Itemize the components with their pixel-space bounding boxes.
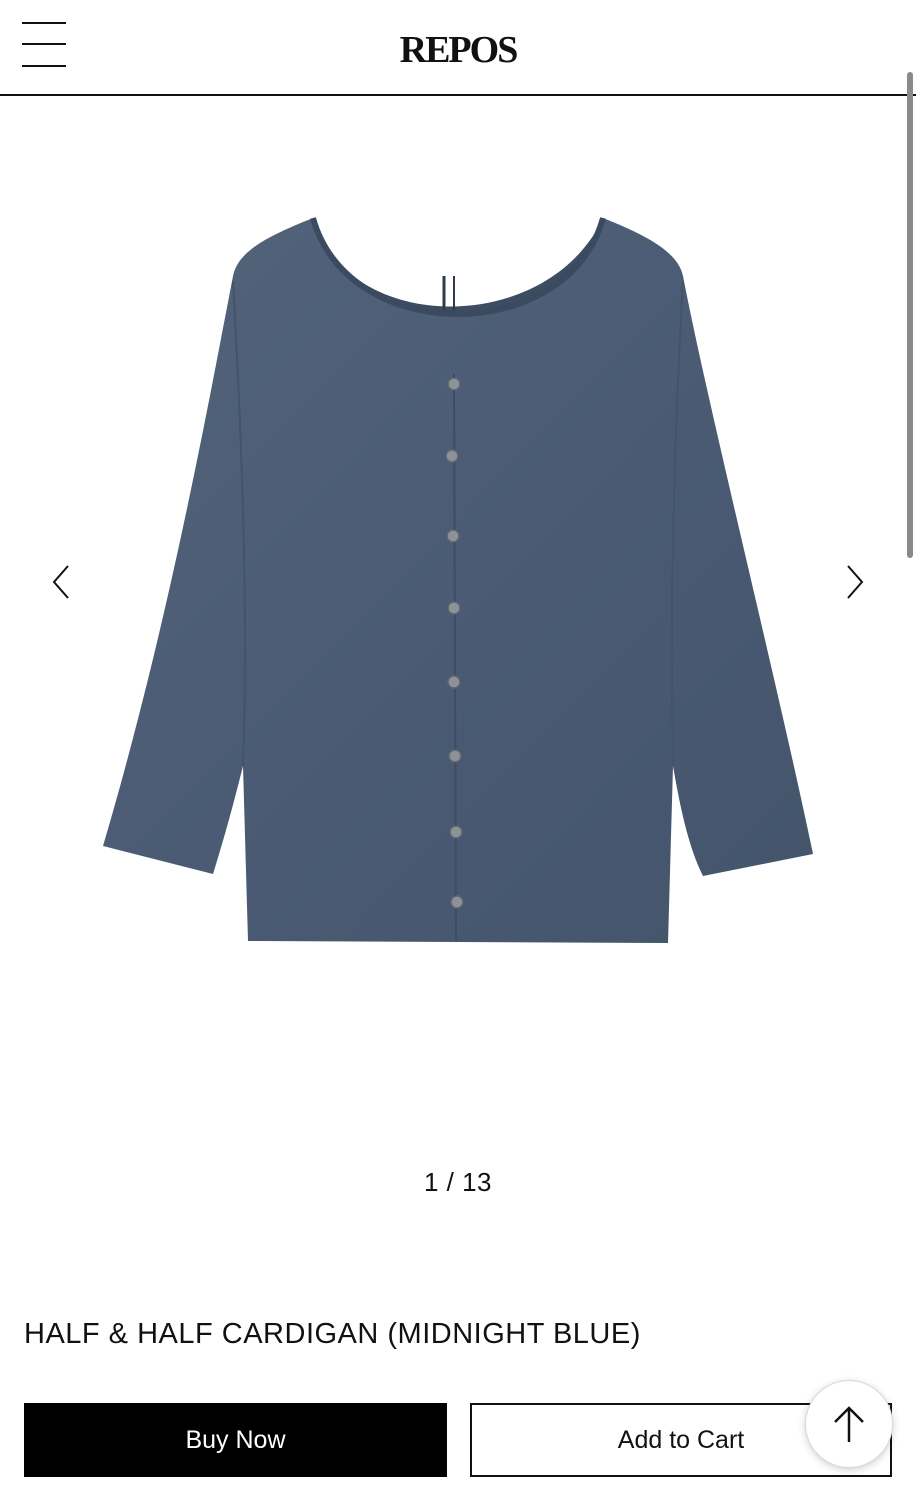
product-gallery [0, 96, 916, 1126]
product-image [103, 217, 813, 943]
site-header: REPOS [0, 0, 916, 96]
product-title: HALF & HALF CARDIGAN (MIDNIGHT BLUE) [24, 1318, 641, 1350]
chevron-right-icon[interactable] [834, 562, 874, 602]
scroll-to-top-button[interactable] [805, 1380, 893, 1468]
arrow-up-icon [834, 1406, 864, 1442]
brand-logo[interactable]: REPOS [0, 28, 916, 72]
buy-now-button[interactable]: Buy Now [24, 1403, 447, 1477]
chevron-left-icon[interactable] [42, 562, 82, 602]
image-counter: 1 / 13 [423, 1167, 493, 1197]
